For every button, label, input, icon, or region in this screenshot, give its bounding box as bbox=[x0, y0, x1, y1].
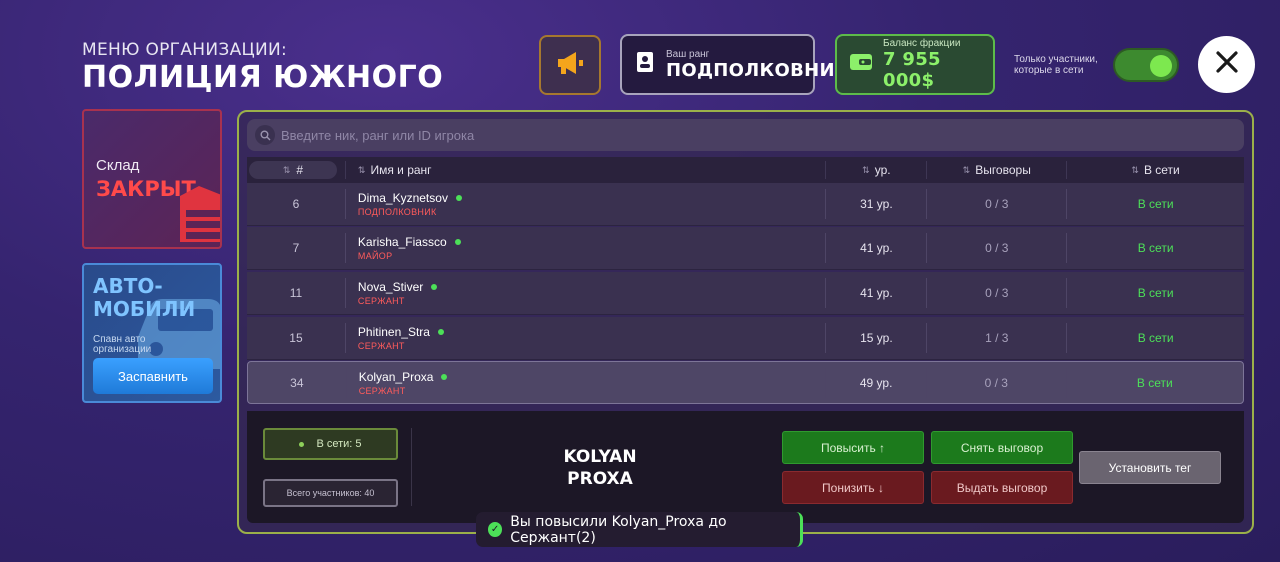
table-row-selected[interactable]: 34 Kolyan_Proxa СЕРЖАНТ 49 ур. 0 / 3 В с… bbox=[247, 361, 1244, 404]
member-status: В сети bbox=[1137, 241, 1174, 255]
cars-description: Спавн авто организации bbox=[93, 334, 152, 355]
member-rank: СЕРЖАНТ bbox=[357, 296, 405, 306]
close-icon bbox=[1215, 50, 1239, 79]
search-input[interactable] bbox=[281, 127, 1244, 143]
online-only-toggle[interactable] bbox=[1113, 48, 1179, 82]
member-id: 34 bbox=[290, 375, 304, 390]
member-level: 41 ур. bbox=[860, 241, 893, 255]
faction-balance-panel: Баланс фракции 7 955 000$ bbox=[835, 34, 995, 95]
column-online[interactable]: ⇅ В сети bbox=[1067, 157, 1244, 183]
sort-icon: ⇅ bbox=[357, 164, 366, 175]
member-warnings: 0 / 3 bbox=[984, 375, 1008, 390]
promote-button[interactable]: Повысить ↑ bbox=[782, 431, 924, 464]
member-status: В сети bbox=[1137, 286, 1174, 300]
remove-warning-button[interactable]: Снять выговор bbox=[931, 431, 1073, 464]
notification-toast: ✓ Вы повысили Kolyan_Proxa до Сержант(2) bbox=[476, 512, 803, 547]
member-status: В сети bbox=[1137, 197, 1174, 211]
announce-button[interactable] bbox=[539, 35, 601, 95]
cars-card: АВТО-МОБИЛИ Спавн авто организации Заспа… bbox=[82, 263, 222, 403]
table-row[interactable]: 6 Dima_Kyznetsov ПОДПОЛКОВНИК 31 ур. 0 /… bbox=[247, 183, 1244, 226]
warehouse-label: Склад bbox=[96, 157, 140, 174]
warehouse-garage-icon bbox=[174, 184, 220, 247]
online-indicator-icon bbox=[431, 284, 438, 290]
member-rank: СЕРЖАНТ bbox=[357, 341, 405, 351]
online-only-label: Только участники, которые в сети bbox=[1014, 54, 1098, 76]
member-id: 11 bbox=[289, 286, 303, 300]
member-nick: Dima_Kyznetsov bbox=[357, 191, 448, 205]
online-indicator-icon bbox=[437, 329, 444, 335]
toast-message: Вы повысили Kolyan_Proxa до Сержант(2) bbox=[510, 513, 727, 546]
set-tag-button[interactable]: Установить тег bbox=[1079, 451, 1221, 484]
online-count-badge: В сети: 5 bbox=[263, 428, 398, 460]
selected-member-name: KOLYAN PROXA bbox=[540, 446, 660, 490]
column-level[interactable]: ⇅ ур. bbox=[826, 157, 926, 183]
sort-icon: ⇅ bbox=[282, 164, 291, 175]
column-id[interactable]: ⇅ # bbox=[247, 157, 339, 183]
org-menu-subtitle: МЕНЮ ОРГАНИЗАЦИИ: bbox=[82, 40, 288, 60]
member-status: В сети bbox=[1136, 375, 1173, 390]
divider bbox=[411, 428, 412, 506]
sort-icon: ⇅ bbox=[862, 164, 870, 175]
member-nick: Nova_Stiver bbox=[357, 280, 424, 294]
column-warnings[interactable]: ⇅ Выговоры bbox=[927, 157, 1066, 183]
sort-icon: ⇅ bbox=[962, 164, 971, 175]
your-rank-panel: Ваш ранг ПОДПОЛКОВНИК bbox=[620, 34, 850, 95]
member-rank: МАЙОР bbox=[357, 251, 393, 261]
member-level: 15 ур. bbox=[860, 331, 893, 345]
column-online-label: В сети bbox=[1143, 163, 1180, 177]
member-id: 15 bbox=[289, 331, 303, 345]
member-level: 31 ур. bbox=[860, 197, 893, 211]
member-rank: СЕРЖАНТ bbox=[358, 385, 406, 396]
member-id: 6 bbox=[292, 197, 300, 211]
balance-value: 7 955 000$ bbox=[883, 49, 941, 91]
online-indicator-icon bbox=[454, 239, 461, 245]
member-rank: ПОДПОЛКОВНИК bbox=[357, 207, 437, 217]
spawn-car-button[interactable]: Заспавнить bbox=[93, 358, 213, 394]
selected-name-line2: PROXA bbox=[567, 469, 633, 489]
toggle-knob bbox=[1150, 55, 1172, 77]
close-button[interactable] bbox=[1198, 36, 1255, 93]
id-card-icon bbox=[636, 51, 654, 78]
org-title: ПОЛИЦИЯ ЮЖНОГО bbox=[82, 60, 444, 95]
rank-value: ПОДПОЛКОВНИК bbox=[666, 59, 850, 81]
column-name-label: Имя и ранг bbox=[370, 163, 432, 177]
balance-label: Баланс фракции bbox=[883, 38, 961, 49]
cars-title: АВТО-МОБИЛИ bbox=[93, 274, 196, 321]
column-level-label: ур. bbox=[874, 163, 891, 177]
total-members-badge: Всего участников: 40 bbox=[263, 479, 398, 507]
check-icon: ✓ bbox=[488, 522, 503, 537]
member-nick: Karisha_Fiassco bbox=[357, 235, 447, 249]
member-id: 7 bbox=[292, 241, 300, 255]
online-dot-icon bbox=[299, 441, 305, 447]
member-level: 49 ур. bbox=[859, 375, 893, 390]
online-indicator-icon bbox=[455, 195, 462, 201]
sort-icon: ⇅ bbox=[1131, 164, 1139, 175]
wallet-icon bbox=[849, 52, 873, 77]
table-header: ⇅ # ⇅ Имя и ранг ⇅ ур. ⇅ Выговоры ⇅ В сет… bbox=[247, 157, 1244, 183]
table-row[interactable]: 11 Nova_Stiver СЕРЖАНТ 41 ур. 0 / 3 В се… bbox=[247, 272, 1244, 315]
member-nick: Kolyan_Proxa bbox=[358, 369, 434, 384]
column-name[interactable]: ⇅ Имя и ранг bbox=[346, 157, 826, 183]
table-row[interactable]: 7 Karisha_Fiassco МАЙОР 41 ур. 0 / 3 В с… bbox=[247, 227, 1244, 270]
column-id-label: # bbox=[296, 163, 304, 177]
member-level: 41 ур. bbox=[860, 286, 893, 300]
online-indicator-icon bbox=[441, 373, 448, 380]
search-icon bbox=[255, 125, 275, 145]
selected-name-line1: KOLYAN bbox=[563, 447, 637, 467]
member-warnings: 0 / 3 bbox=[985, 197, 1009, 211]
member-warnings: 0 / 3 bbox=[985, 286, 1009, 300]
table-row[interactable]: 15 Phitinen_Stra СЕРЖАНТ 15 ур. 1 / 3 В … bbox=[247, 317, 1244, 360]
demote-button[interactable]: Понизить ↓ bbox=[782, 471, 924, 504]
give-warning-button[interactable]: Выдать выговор bbox=[931, 471, 1073, 504]
search-bar[interactable] bbox=[247, 119, 1244, 151]
megaphone-icon bbox=[555, 50, 585, 81]
member-warnings: 1 / 3 bbox=[985, 331, 1009, 345]
rank-label: Ваш ранг bbox=[666, 48, 710, 60]
member-warnings: 0 / 3 bbox=[985, 241, 1009, 255]
member-status: В сети bbox=[1137, 331, 1174, 345]
warehouse-card[interactable]: Склад ЗАКРЫТ bbox=[82, 109, 222, 249]
member-nick: Phitinen_Stra bbox=[357, 325, 430, 339]
online-count-text: В сети: 5 bbox=[316, 438, 362, 450]
column-warnings-label: Выговоры bbox=[975, 163, 1031, 177]
